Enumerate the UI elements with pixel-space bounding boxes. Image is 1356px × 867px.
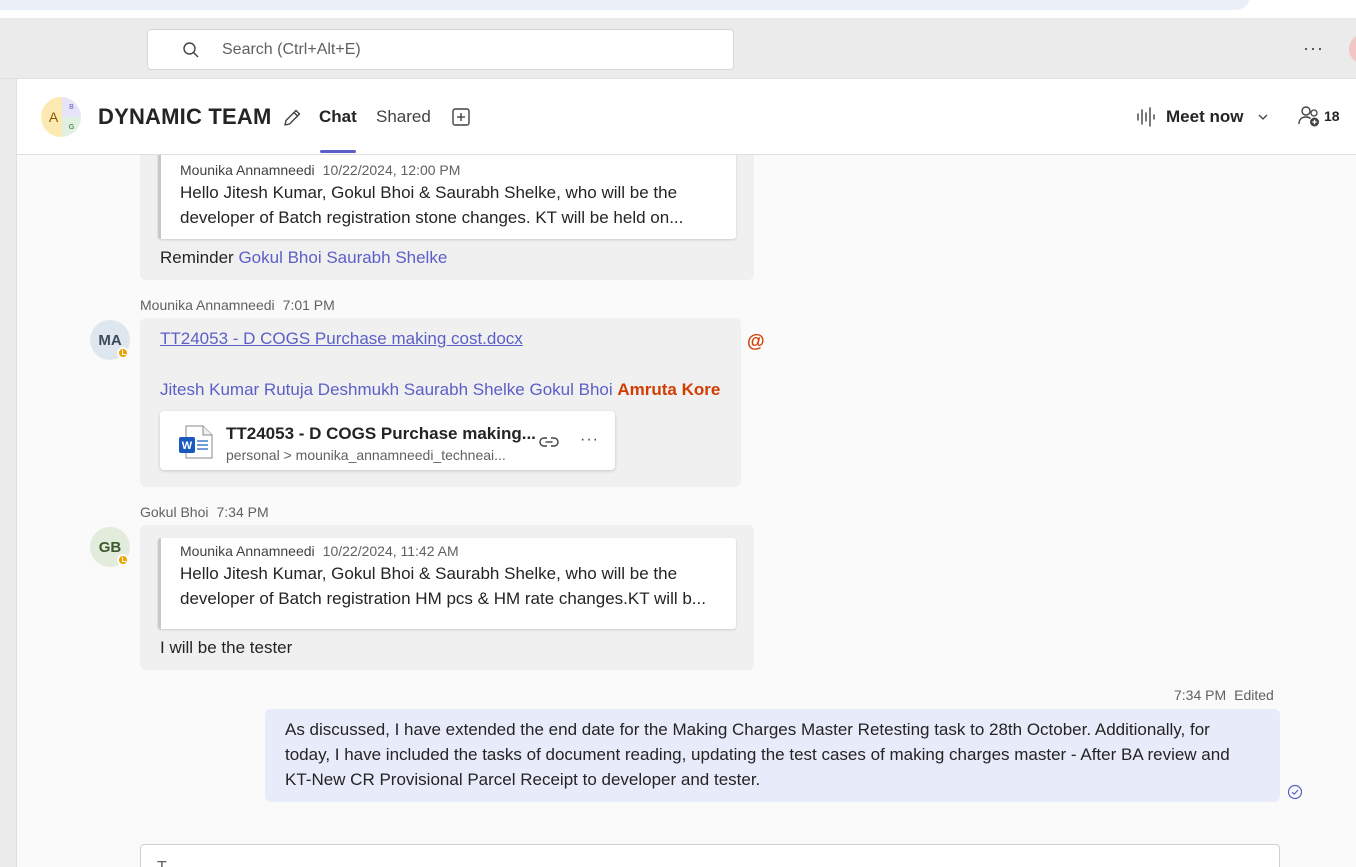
search-input[interactable] xyxy=(222,40,672,59)
file-path: personal > mounika_annamneedi_techneai..… xyxy=(226,447,506,463)
meet-wave-icon xyxy=(1137,107,1155,127)
tab-chat[interactable]: Chat xyxy=(319,107,357,127)
message-meta: Mounika Annamneedi 7:01 PM xyxy=(140,297,335,313)
file-card[interactable]: W TT24053 - D COGS Purchase making... pe… xyxy=(160,411,615,470)
edited-label: Edited xyxy=(1234,687,1274,703)
quote-body: Hello Jitesh Kumar, Gokul Bhoi & Saurabh… xyxy=(180,180,725,230)
more-options-icon[interactable]: ··· xyxy=(1303,38,1324,59)
presence-away-icon xyxy=(117,347,129,359)
quote-header: Mounika Annamneedi 10/22/2024, 11:42 AM xyxy=(180,543,724,559)
message-time: 7:01 PM xyxy=(282,297,335,313)
quote-line: developer of Batch registration HM pcs &… xyxy=(180,589,706,608)
message-author: Gokul Bhoi xyxy=(140,504,209,520)
quoted-message[interactable]: Mounika Annamneedi 10/22/2024, 12:00 PM H… xyxy=(158,155,736,239)
top-pill xyxy=(0,0,1250,10)
quote-time: 10/22/2024, 11:42 AM xyxy=(322,543,459,559)
meet-now-label: Meet now xyxy=(1166,107,1244,126)
quote-header: Mounika Annamneedi 10/22/2024, 12:00 PM xyxy=(180,162,724,178)
message-line: today, I have included the tasks of docu… xyxy=(285,745,1230,764)
quote-body: Hello Jitesh Kumar, Gokul Bhoi & Saurabh… xyxy=(180,561,725,611)
quote-line: Hello Jitesh Kumar, Gokul Bhoi & Saurabh… xyxy=(180,564,678,583)
message-text: Jitesh Kumar Rutuja Deshmukh Saurabh She… xyxy=(160,377,720,402)
message-meta: 7:34 PM Edited xyxy=(1174,687,1274,703)
quote-line: developer of Batch registration stone ch… xyxy=(180,208,684,227)
quote-line: Hello Jitesh Kumar, Gokul Bhoi & Saurabh… xyxy=(180,183,678,202)
message-time: 7:34 PM xyxy=(1174,687,1227,703)
avatar-initials: GB xyxy=(98,538,122,556)
reminder-text: Reminder xyxy=(160,248,234,267)
quote-author: Mounika Annamneedi xyxy=(180,543,315,559)
quote-time: 10/22/2024, 12:00 PM xyxy=(322,162,461,178)
message-line: KT-New CR Provisional Parcel Receipt to … xyxy=(285,770,761,789)
search-icon xyxy=(183,41,199,57)
quote-author: Mounika Annamneedi xyxy=(180,162,315,178)
browser-top-strip xyxy=(0,0,1356,18)
group-avatar-g: G xyxy=(62,117,81,137)
mention-me[interactable]: Amruta Kore xyxy=(617,380,720,399)
participant-count: 18 xyxy=(1324,108,1340,124)
chat-title: DYNAMIC TEAM xyxy=(98,104,272,129)
message-text: Reminder Gokul Bhoi Saurabh Shelke xyxy=(160,245,447,270)
compose-box[interactable]: T xyxy=(140,844,1280,867)
avatar-initials: MA xyxy=(98,331,122,349)
left-rail xyxy=(0,79,17,867)
group-avatar-a: A xyxy=(41,97,62,137)
participants-icon xyxy=(1298,106,1319,127)
quoted-message[interactable]: Mounika Annamneedi 10/22/2024, 11:42 AM H… xyxy=(158,538,736,629)
mention[interactable]: Gokul Bhoi Saurabh Shelke xyxy=(238,248,447,267)
link-icon[interactable] xyxy=(538,431,560,453)
message-author: Mounika Annamneedi xyxy=(140,297,275,313)
chat-header: A B G DYNAMIC TEAM Chat Shared Meet now … xyxy=(17,79,1356,155)
compose-placeholder: T xyxy=(157,859,167,867)
message-text: I will be the tester xyxy=(160,638,293,657)
user-avatar[interactable] xyxy=(1349,34,1356,64)
chevron-down-icon[interactable] xyxy=(1257,111,1269,123)
tab-shared[interactable]: Shared xyxy=(376,107,431,127)
presence-away-icon xyxy=(117,554,129,566)
group-avatar: A B G xyxy=(41,97,81,137)
add-tab-icon[interactable] xyxy=(451,107,471,127)
svg-text:W: W xyxy=(182,440,193,452)
file-name: TT24053 - D COGS Purchase making... xyxy=(226,424,536,443)
message-line: As discussed, I have extended the end da… xyxy=(285,720,1210,739)
my-message-bubble[interactable]: As discussed, I have extended the end da… xyxy=(265,709,1280,802)
file-more-icon[interactable]: ··· xyxy=(580,431,599,449)
read-receipt-icon xyxy=(1287,784,1303,800)
active-tab-indicator xyxy=(320,150,356,153)
message-meta: Gokul Bhoi 7:34 PM xyxy=(140,504,269,520)
search-bar-row: ··· xyxy=(0,18,1356,79)
at-icon: @ xyxy=(747,331,765,351)
word-file-icon: W xyxy=(179,425,213,459)
search-box[interactable] xyxy=(147,29,734,70)
group-avatar-b: B xyxy=(62,97,81,117)
message-time: 7:34 PM xyxy=(216,504,269,520)
chat-area: Mounika Annamneedi 10/22/2024, 12:00 PM H… xyxy=(17,155,1356,867)
participants-button[interactable]: 18 xyxy=(1297,105,1340,127)
pencil-icon[interactable] xyxy=(281,107,303,129)
mention[interactable]: Jitesh Kumar Rutuja Deshmukh Saurabh She… xyxy=(160,380,613,399)
file-link[interactable]: TT24053 - D COGS Purchase making cost.do… xyxy=(160,329,523,349)
meet-now-button[interactable]: Meet now xyxy=(1135,103,1269,131)
